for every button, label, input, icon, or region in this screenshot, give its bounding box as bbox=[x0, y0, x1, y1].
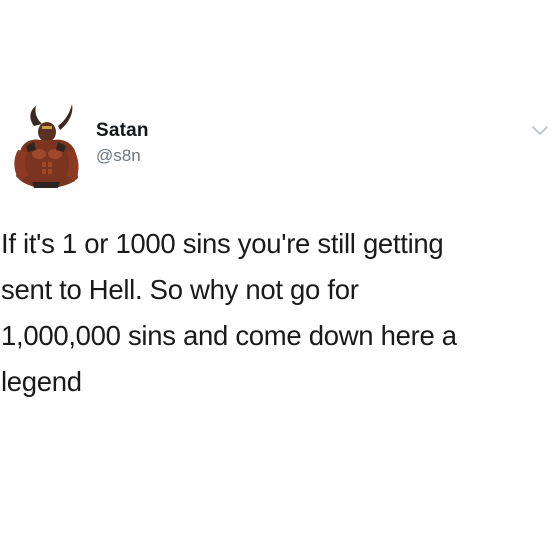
author-handle[interactable]: @s8n bbox=[96, 146, 141, 166]
tweet-card: Satan @s8n If it's 1 or 1000 sins you're… bbox=[0, 0, 554, 554]
author-display-name[interactable]: Satan bbox=[96, 120, 149, 142]
horned-demon-avatar-icon[interactable] bbox=[12, 104, 80, 188]
chevron-down-icon[interactable] bbox=[531, 124, 549, 138]
tweet-text: If it's 1 or 1000 sins you're still gett… bbox=[1, 228, 457, 397]
